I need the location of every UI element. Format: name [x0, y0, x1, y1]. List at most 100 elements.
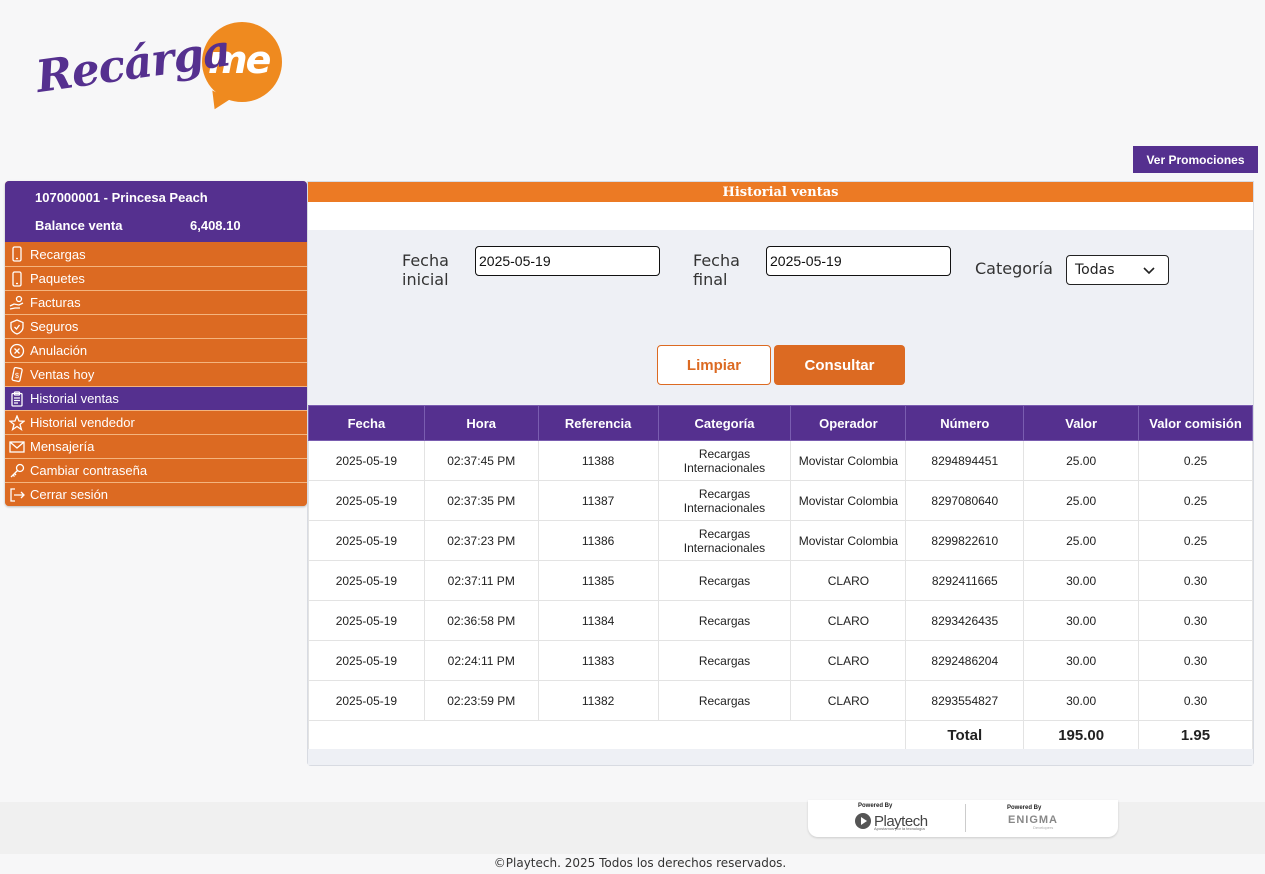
limpiar-button[interactable]: Limpiar — [657, 345, 771, 385]
powered-by-box: Powered By Playtech Apostamos por la tec… — [808, 800, 1118, 837]
sidebar-item-facturas[interactable]: Facturas — [5, 290, 307, 314]
table-cell: 0.30 — [1138, 640, 1253, 681]
column-header: Fecha — [308, 405, 425, 441]
star-icon — [7, 413, 27, 433]
table-cell: CLARO — [790, 560, 907, 601]
table-cell: Recargas Internacionales — [657, 440, 792, 481]
shield-icon — [7, 317, 27, 337]
phone-icon — [7, 269, 27, 289]
filter-area: Fecha inicial Fecha final Categoría Toda… — [308, 202, 1253, 404]
table-cell: 8294894451 — [905, 440, 1025, 481]
total-label: Total — [905, 720, 1025, 751]
recargame-logo: me Recárga — [33, 20, 283, 112]
clipboard-icon — [7, 389, 27, 409]
table-cell: 8292411665 — [905, 560, 1025, 601]
column-header: Número — [905, 405, 1025, 441]
key-icon — [7, 461, 27, 481]
table-cell: 2025-05-19 — [308, 600, 425, 641]
sidebar-item-cambiar-contrasena[interactable]: Cambiar contraseña — [5, 458, 307, 482]
table-cell: 0.30 — [1138, 560, 1253, 601]
table-cell: Recargas — [657, 640, 792, 681]
table-cell: 30.00 — [1023, 680, 1140, 721]
sidebar-item-label: Anulación — [30, 343, 88, 358]
table-cell: 0.25 — [1138, 520, 1253, 561]
table-cell: 25.00 — [1023, 520, 1140, 561]
table-cell: 0.25 — [1138, 480, 1253, 521]
table-cell: 11386 — [537, 520, 659, 561]
sidebar-item-label: Mensajería — [30, 439, 95, 454]
sidebar-item-cerrar-sesion[interactable]: Cerrar sesión — [5, 482, 307, 506]
table-cell: 25.00 — [1023, 480, 1140, 521]
table-cell: Recargas Internacionales — [657, 480, 792, 521]
sidebar-item-label: Ventas hoy — [30, 367, 95, 382]
category-select-value: Todas — [1075, 262, 1115, 278]
balance-value: 6,408.10 — [190, 218, 241, 233]
end-date-input[interactable] — [766, 246, 951, 276]
hand-money-icon — [7, 293, 27, 313]
table-cell: 0.30 — [1138, 680, 1253, 721]
table-cell: 0.25 — [1138, 440, 1253, 481]
table-cell: 11388 — [537, 440, 659, 481]
money-hand-icon: $ — [7, 365, 27, 385]
table-cell: 8293554827 — [905, 680, 1025, 721]
sidebar-item-seguros[interactable]: Seguros — [5, 314, 307, 338]
total-commission: 1.95 — [1138, 720, 1253, 751]
start-date-input[interactable] — [475, 246, 660, 276]
table-cell: 25.00 — [1023, 440, 1140, 481]
table-cell: Recargas — [657, 560, 792, 601]
table-cell: Recargas — [657, 680, 792, 721]
ver-promociones-button[interactable]: Ver Promociones — [1133, 146, 1258, 173]
table-cell: Movistar Colombia — [790, 440, 907, 481]
start-date-label: Fecha inicial — [402, 251, 449, 289]
sidebar: 107000001 - Princesa Peach Balance venta… — [5, 181, 307, 506]
table-cell: 02:37:11 PM — [423, 560, 539, 601]
table-row: 2025-05-19 02:36:58 PM 11384 Recargas CLARO 8… — [308, 600, 1253, 641]
sidebar-item-label: Cerrar sesión — [30, 487, 109, 502]
column-header: Hora — [423, 405, 539, 441]
table-cell: 02:37:35 PM — [423, 480, 539, 521]
table-cell: 2025-05-19 — [308, 440, 425, 481]
panel-title: Historial ventas — [308, 182, 1253, 202]
table-cell: Movistar Colombia — [790, 520, 907, 561]
playtech-tagline: Apostamos por la tecnología — [874, 826, 925, 831]
table-cell: 8292486204 — [905, 640, 1025, 681]
chevron-down-icon — [1143, 267, 1155, 275]
sidebar-item-label: Paquetes — [30, 271, 85, 286]
powered-by-label: Powered By — [858, 803, 893, 809]
sidebar-item-recargas[interactable]: Recargas — [5, 242, 307, 266]
historial-ventas-panel: Historial ventas Fecha inicial Fecha fin… — [307, 181, 1254, 766]
table-cell: CLARO — [790, 600, 907, 641]
phone-icon — [7, 244, 27, 264]
table-cell: CLARO — [790, 640, 907, 681]
table-cell: 30.00 — [1023, 640, 1140, 681]
table-cell: 11384 — [537, 600, 659, 641]
table-cell: 30.00 — [1023, 560, 1140, 601]
sidebar-item-anulacion[interactable]: Anulación — [5, 338, 307, 362]
sales-history-table: Fecha Hora Referencia Categoría Operador Núme… — [307, 405, 1253, 751]
table-cell: 02:24:11 PM — [423, 640, 539, 681]
table-cell: 11385 — [537, 560, 659, 601]
table-cell: 02:36:58 PM — [423, 600, 539, 641]
sidebar-item-ventas-hoy[interactable]: $ Ventas hoy — [5, 362, 307, 386]
consultar-button[interactable]: Consultar — [774, 345, 905, 385]
table-cell: 2025-05-19 — [308, 640, 425, 681]
sidebar-item-historial-vendedor[interactable]: Historial vendedor — [5, 410, 307, 434]
table-row: 2025-05-19 02:37:11 PM 11385 Recargas CLARO 8… — [308, 560, 1253, 601]
table-row: 2025-05-19 02:24:11 PM 11383 Recargas CLARO 8… — [308, 640, 1253, 681]
sidebar-item-paquetes[interactable]: Paquetes — [5, 266, 307, 290]
column-header: Operador — [790, 405, 907, 441]
account-summary: 107000001 - Princesa Peach Balance venta… — [5, 181, 307, 242]
sidebar-item-historial-ventas[interactable]: Historial ventas — [5, 386, 307, 410]
svg-text:$: $ — [15, 373, 19, 380]
sidebar-item-label: Historial vendedor — [30, 415, 135, 430]
table-cell: 02:23:59 PM — [423, 680, 539, 721]
table-row: 2025-05-19 02:23:59 PM 11382 Recargas CLARO 8… — [308, 680, 1253, 721]
copyright-text: ©Playtech. 2025 Todos los derechos reser… — [493, 856, 787, 870]
column-header: Valor — [1023, 405, 1140, 441]
category-select[interactable]: Todas — [1066, 255, 1169, 285]
table-cell: Recargas — [657, 600, 792, 641]
sidebar-item-label: Facturas — [30, 295, 81, 310]
enigma-tagline: Developers — [1033, 825, 1054, 830]
sidebar-item-mensajeria[interactable]: Mensajería — [5, 434, 307, 458]
table-body: 2025-05-19 02:37:45 PM 11388 Recargas Inter… — [307, 440, 1253, 751]
